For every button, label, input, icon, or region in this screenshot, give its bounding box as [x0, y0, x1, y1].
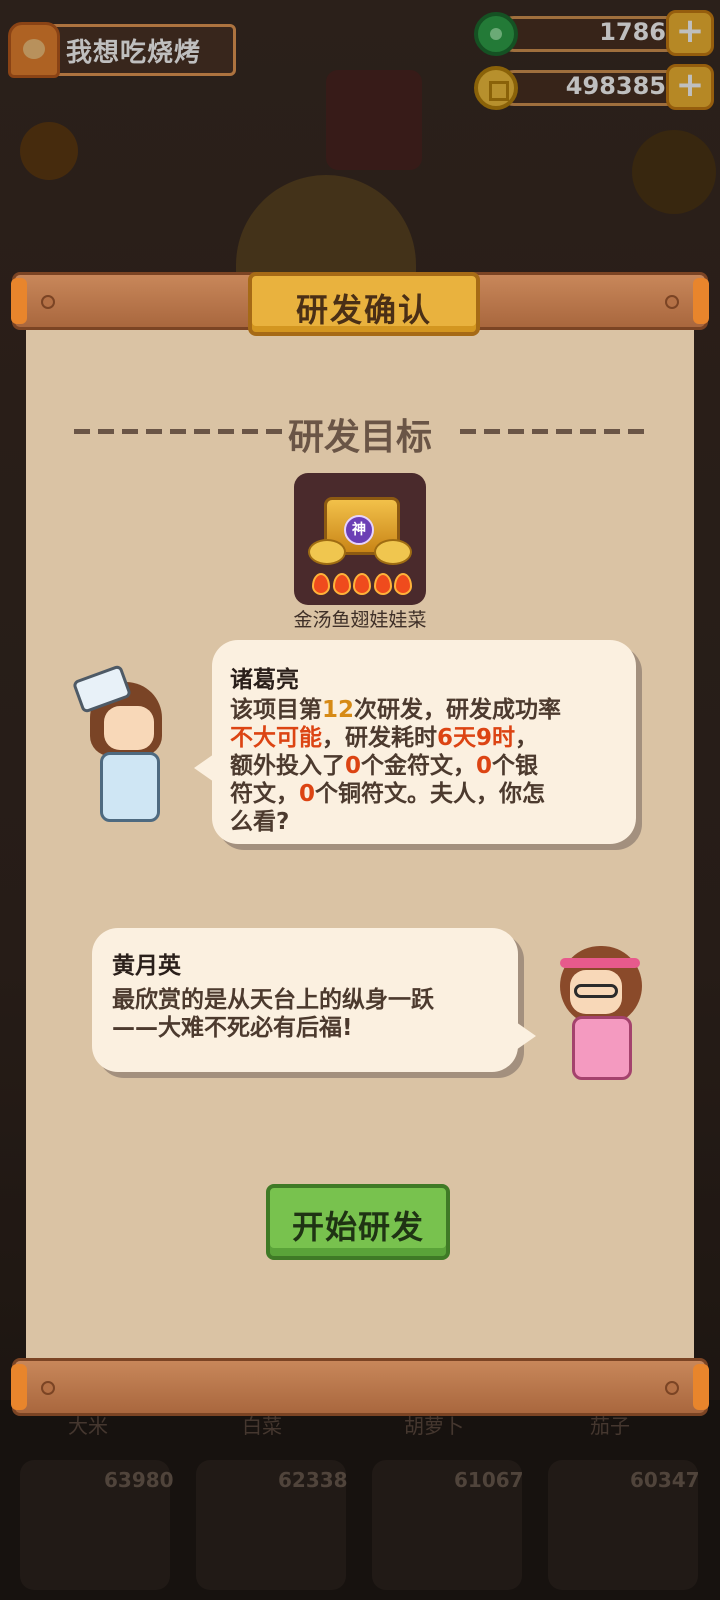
target-dish-card[interactable]: 神 — [294, 473, 426, 605]
flame-icon — [353, 573, 371, 595]
huang-yueying-character — [552, 930, 662, 1086]
rod-cap-right — [693, 1364, 709, 1410]
flame-icon — [373, 573, 392, 595]
bubble-line: 么看? — [230, 809, 290, 835]
flame-icon — [394, 573, 412, 595]
scroll-rod-bottom — [11, 1358, 709, 1416]
bolt-icon — [41, 1381, 55, 1395]
character-robe — [100, 752, 160, 822]
rod-cap-left — [11, 1364, 27, 1410]
speaker-name: 诸葛亮 — [230, 667, 299, 693]
bubble-tail — [194, 754, 214, 782]
bubble-tail — [516, 1022, 536, 1050]
speaker-name: 黄月英 — [112, 953, 181, 979]
bolt-icon — [665, 1381, 679, 1395]
dish-rating — [312, 573, 412, 595]
divine-badge: 神 — [344, 515, 374, 545]
bubble-line: ——大难不死必有后福! — [112, 1015, 353, 1041]
flame-icon — [332, 573, 351, 595]
dashed-divider-right — [460, 429, 646, 434]
dialog-title-plate: 研发确认 — [248, 272, 480, 336]
bolt-icon — [665, 295, 679, 309]
section-heading: 研发目标 — [74, 406, 646, 458]
rod-cap-right — [693, 278, 709, 324]
headband-icon — [560, 958, 640, 968]
dish-name: 金汤鱼翅娃娃菜 — [293, 609, 427, 631]
shark-fin-icon — [374, 539, 412, 565]
advisor-speech-bubble: 诸葛亮 该项目第12次研发，研发成功率 不大可能，研发耗时6天9时， 额外投入了… — [194, 640, 636, 844]
start-research-button[interactable]: 开始研发 — [266, 1184, 450, 1260]
section-title: 研发目标 — [288, 417, 433, 458]
shark-fin-icon — [308, 539, 346, 565]
character-face — [104, 706, 154, 750]
dashed-divider-left — [74, 429, 282, 434]
rod-cap-left — [11, 278, 27, 324]
dialog-title: 研发确认 — [295, 291, 432, 329]
copper-rune-count: 0 — [299, 781, 316, 807]
glasses-icon — [574, 984, 618, 998]
flame-icon — [312, 573, 330, 595]
zhuge-liang-character — [70, 664, 182, 830]
start-research-label: 开始研发 — [291, 1208, 424, 1246]
character-robe — [572, 1016, 632, 1080]
bolt-icon — [41, 295, 55, 309]
wife-speech-bubble: 黄月英 最欣赏的是从天台上的纵身一跃 ——大难不死必有后福! — [92, 928, 536, 1072]
